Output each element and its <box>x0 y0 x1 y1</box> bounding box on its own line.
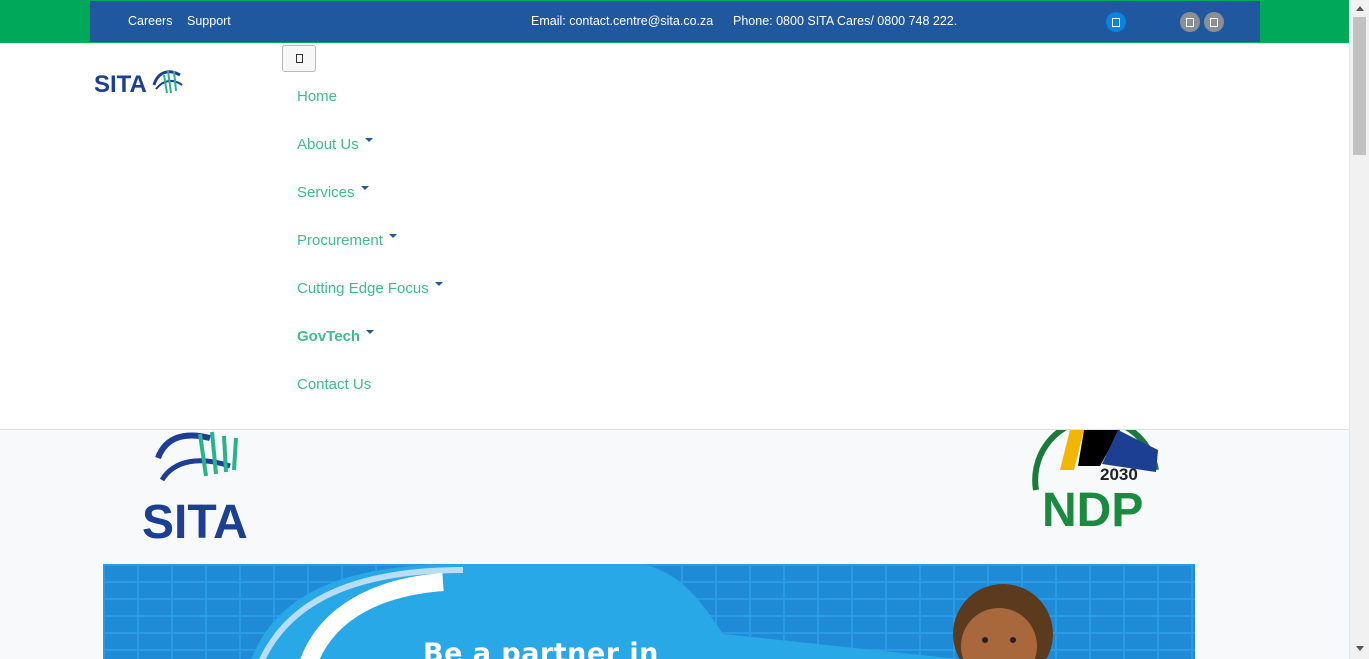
nav-label: About Us <box>297 136 359 153</box>
caret-down-icon <box>366 329 375 334</box>
page-scrollbar[interactable] <box>1349 0 1369 659</box>
scroll-up-icon[interactable] <box>1356 6 1364 11</box>
nav-item-govtech[interactable]: GovTech <box>297 328 375 345</box>
nav-item-cutting-edge-focus[interactable]: Cutting Edge Focus <box>297 280 443 297</box>
svg-text:2030: 2030 <box>1100 465 1138 484</box>
nav-label: Home <box>297 88 338 105</box>
support-link[interactable]: Support <box>187 14 231 28</box>
social-icon-blue[interactable] <box>1106 12 1126 32</box>
nav-label: Cutting Edge Focus <box>297 280 429 297</box>
sita-logo-large: SITA <box>142 431 248 545</box>
site-header: SITA Home About Us Services Procurement … <box>0 43 1349 430</box>
nav-item-contact-us[interactable]: Contact Us <box>297 376 371 393</box>
menu-toggle-icon <box>295 54 303 63</box>
nav-label: GovTech <box>297 328 361 345</box>
nav-item-procurement[interactable]: Procurement <box>297 232 397 249</box>
caret-down-icon <box>364 137 373 142</box>
hero-banner[interactable]: Be a partner in <box>103 564 1195 659</box>
navbar-toggler-button[interactable] <box>282 45 316 72</box>
social-icon-grey[interactable] <box>1180 12 1200 32</box>
svg-text:SITA: SITA <box>142 496 248 545</box>
caret-down-icon <box>434 281 443 286</box>
careers-link[interactable]: Careers <box>128 14 172 28</box>
social-icon-grey[interactable] <box>1204 12 1224 32</box>
sita-logo[interactable]: SITA <box>94 65 186 97</box>
contact-phone: Phone: 0800 SITA Cares/ 0800 748 222. <box>733 14 958 28</box>
nav-label: Procurement <box>297 232 383 249</box>
nav-label: Services <box>297 184 355 201</box>
ndp-2030-logo: 2030 NDP <box>1032 430 1159 530</box>
nav-item-about-us[interactable]: About Us <box>297 136 373 153</box>
scroll-down-icon[interactable] <box>1356 646 1364 651</box>
svg-text:NDP: NDP <box>1042 484 1143 530</box>
scroll-thumb[interactable] <box>1353 17 1366 155</box>
nav-label: Contact Us <box>297 376 372 393</box>
banner-heading: Be a partner in <box>423 638 659 659</box>
caret-down-icon <box>360 185 369 190</box>
caret-down-icon <box>388 233 397 238</box>
main-nav: Home About Us Services Procurement Cutti… <box>297 88 443 424</box>
main-content: SITA 2030 NDP Be a partner in <box>0 430 1349 659</box>
top-bar: Careers Support Email: contact.centre@si… <box>0 0 1349 43</box>
nav-item-home[interactable]: Home <box>297 88 337 105</box>
top-bar-inner: Careers Support Email: contact.centre@si… <box>90 1 1260 42</box>
svg-text:SITA: SITA <box>94 71 147 97</box>
nav-item-services[interactable]: Services <box>297 184 369 201</box>
contact-email: Email: contact.centre@sita.co.za <box>531 14 714 28</box>
